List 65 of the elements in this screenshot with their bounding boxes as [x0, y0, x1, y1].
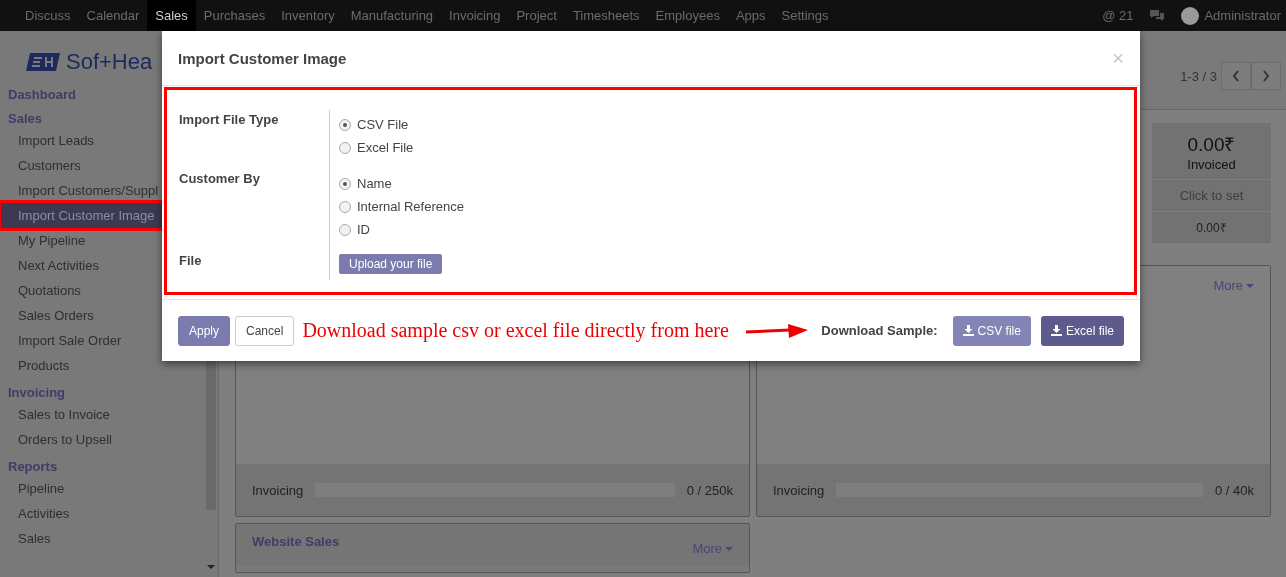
radio-button[interactable] — [339, 177, 351, 190]
menu-item[interactable]: Invoicing — [441, 0, 509, 31]
menu-item[interactable]: Apps — [727, 0, 774, 31]
sidebar-item[interactable]: Activities — [0, 501, 198, 526]
logo-text: Sof+Hea — [66, 49, 153, 75]
next-button[interactable] — [1251, 62, 1281, 90]
apply-button[interactable]: Apply — [178, 315, 231, 346]
sidebar-item[interactable]: Pipeline — [0, 476, 198, 501]
radio-button[interactable] — [339, 118, 351, 131]
section-heading[interactable]: Invoicing — [0, 384, 218, 402]
menu-item[interactable]: Manufacturing — [342, 0, 442, 31]
menu-item[interactable]: Sales — [147, 0, 196, 31]
radio-option[interactable]: Name — [339, 172, 392, 195]
download-icon — [962, 325, 974, 336]
download-label: Download Sample: — [821, 323, 938, 338]
section-heading[interactable]: Reports — [0, 458, 218, 476]
previous-button[interactable] — [1221, 62, 1251, 90]
radio-option[interactable]: Internal Reference — [339, 195, 464, 218]
menu-item[interactable]: Discuss — [17, 0, 79, 31]
radio-button[interactable] — [339, 200, 351, 213]
logo-mark-icon — [26, 53, 60, 71]
radio-option[interactable]: CSV File — [339, 113, 409, 136]
mentions-counter[interactable]: @ 21 — [1102, 8, 1134, 23]
download-button[interactable]: Excel file — [1040, 315, 1124, 346]
arrow-icon — [745, 322, 808, 339]
menu-item[interactable]: Settings — [773, 0, 837, 31]
upload-button[interactable]: Upload your file — [339, 254, 443, 274]
field-label: Import File Type — [179, 111, 280, 129]
radio-option[interactable]: Excel File — [339, 136, 414, 159]
menu-item[interactable]: Calendar — [78, 0, 148, 31]
progress-reading: 0 / 40k — [1214, 482, 1254, 498]
card-title: Website Sales — [252, 534, 340, 551]
total-amount: 0.00₹ — [1152, 212, 1271, 244]
invoicing-label: Invoicing — [252, 482, 304, 498]
menu-item[interactable]: Employees — [647, 0, 728, 31]
chevron-right-icon — [1262, 70, 1270, 82]
menu-item[interactable]: Project — [508, 0, 565, 31]
sidebar-item[interactable]: Orders to Upsell — [0, 427, 198, 452]
cancel-button[interactable]: Cancel — [235, 315, 295, 346]
sidebar-item[interactable]: Sales — [0, 526, 198, 551]
avatar-icon[interactable] — [1181, 6, 1200, 25]
sidebar-item[interactable]: Sales to Invoice — [0, 402, 198, 427]
menu-item[interactable]: Purchases — [195, 0, 274, 31]
menu-item[interactable]: Timesheets — [564, 0, 648, 31]
invoicing-label: Invoicing — [773, 482, 825, 498]
chat-icon[interactable] — [1149, 9, 1166, 22]
invoiced-label: Invoiced — [1187, 156, 1236, 172]
pager-counter: 1-3 / 3 — [1180, 68, 1217, 84]
chevron-left-icon — [1232, 70, 1240, 82]
sidebar-item[interactable]: Products — [0, 353, 198, 378]
dialog-title: Import Customer Image — [178, 49, 347, 67]
radio-option[interactable]: ID — [339, 218, 370, 241]
field-label: Customer By — [179, 170, 261, 188]
annotation-text: Download sample csv or excel file directly from here — [302, 319, 729, 342]
caret-down-icon[interactable] — [207, 565, 215, 569]
more-dropdown[interactable]: More — [1213, 278, 1254, 303]
user-name[interactable]: Administrator — [1204, 8, 1281, 23]
radio-button[interactable] — [339, 223, 351, 236]
menu-item[interactable]: Inventory — [273, 0, 343, 31]
field-label: File — [179, 252, 203, 270]
radio-button[interactable] — [339, 141, 351, 154]
invoiced-amount: 0.00₹ — [1187, 132, 1236, 157]
progress-reading: 0 / 250k — [686, 482, 733, 498]
download-button[interactable]: CSV file — [952, 315, 1031, 346]
download-icon — [1050, 325, 1062, 336]
